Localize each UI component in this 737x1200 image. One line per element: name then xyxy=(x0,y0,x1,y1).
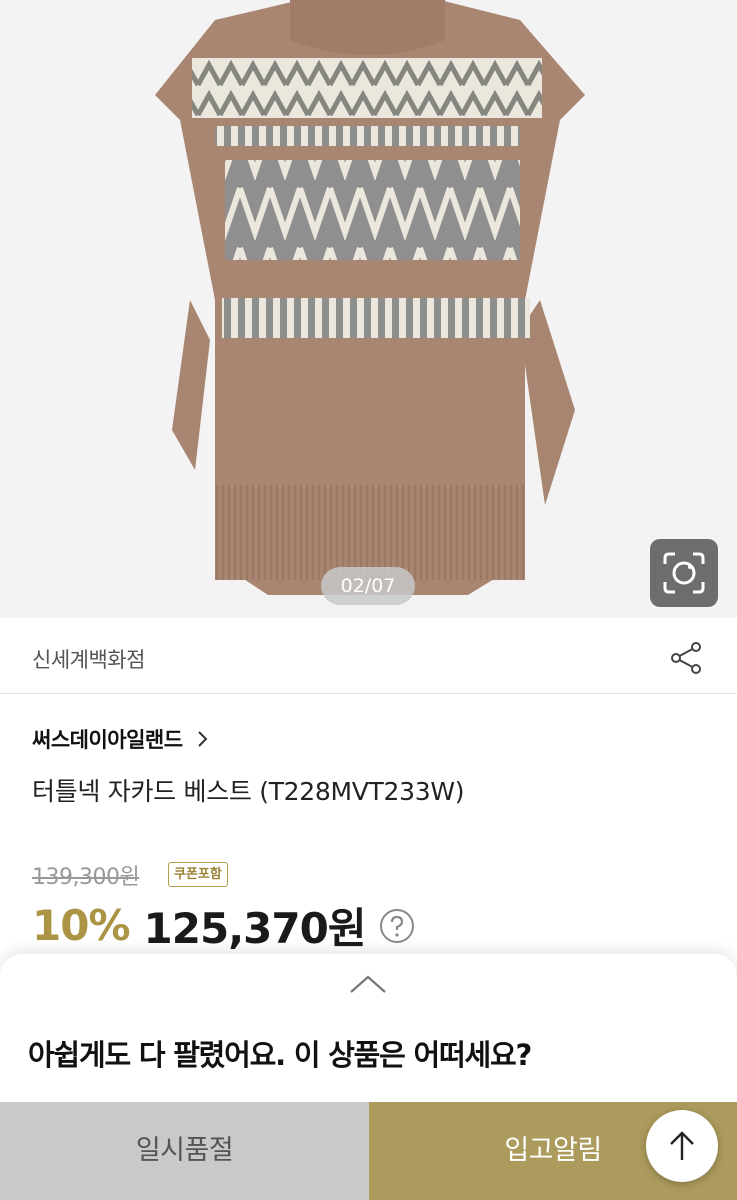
product-name: 터틀넥 자카드 베스트 (T228MVT233W) xyxy=(32,777,465,806)
image-page-indicator: 02/07 xyxy=(321,567,415,605)
arrow-up-icon xyxy=(670,1131,694,1160)
price-row: 10% 125,370원 xyxy=(32,895,415,956)
camera-lens-icon xyxy=(663,552,705,594)
soldout-button[interactable]: 일시품절 xyxy=(0,1102,369,1200)
scroll-to-top-button[interactable] xyxy=(646,1110,718,1182)
vest-illustration xyxy=(155,0,585,595)
product-image[interactable]: 02/07 xyxy=(0,0,737,618)
brand-link[interactable]: 써스데이아일랜드 xyxy=(32,724,211,754)
soldout-message: 아쉽게도 다 팔렸어요. 이 상품은 어떠세요? xyxy=(28,1038,532,1072)
seller-name[interactable]: 신세계백화점 xyxy=(32,644,145,674)
question-circle-icon[interactable] xyxy=(379,908,415,944)
image-search-button[interactable] xyxy=(650,539,718,607)
chevron-right-icon xyxy=(197,731,207,747)
coupon-badge: 쿠폰포함 xyxy=(168,862,228,887)
discount-rate: 10% xyxy=(32,901,131,950)
seller-row: 신세계백화점 xyxy=(0,618,737,694)
share-icon[interactable] xyxy=(668,640,704,676)
original-price: 139,300원 xyxy=(32,865,140,890)
brand-name: 써스데이아일랜드 xyxy=(32,728,183,752)
sale-price: 125,370원 xyxy=(143,904,367,953)
chevron-up-icon[interactable] xyxy=(348,972,388,996)
